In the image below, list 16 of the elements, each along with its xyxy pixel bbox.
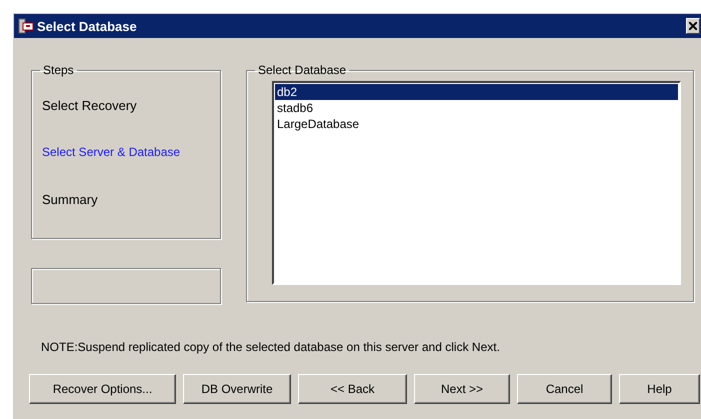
group-title: Steps xyxy=(42,63,75,77)
list-item[interactable]: stadb6 xyxy=(275,100,678,116)
group-title: Select Database xyxy=(257,63,348,77)
step-label: Select Server & Database xyxy=(42,144,182,161)
dialog-button[interactable]: Help xyxy=(619,374,700,404)
note-text: NOTE:Suspend replicated copy of the selected database on this server and click Next. xyxy=(40,339,501,356)
list-item[interactable]: LargeDatabase xyxy=(275,116,678,132)
dialog-button[interactable]: Recover Options... xyxy=(29,374,176,404)
dialog-button[interactable]: Cancel xyxy=(517,374,612,404)
list-item[interactable]: db2 xyxy=(275,84,678,100)
step-label: Summary xyxy=(42,191,99,209)
dialog-button[interactable]: Next >> xyxy=(414,374,510,404)
window-title: Select Database xyxy=(37,18,138,34)
dialog-button[interactable]: DB Overwrite xyxy=(183,374,291,404)
dialog-button[interactable]: << Back xyxy=(298,374,407,404)
step-label: Select Recovery xyxy=(42,97,138,115)
